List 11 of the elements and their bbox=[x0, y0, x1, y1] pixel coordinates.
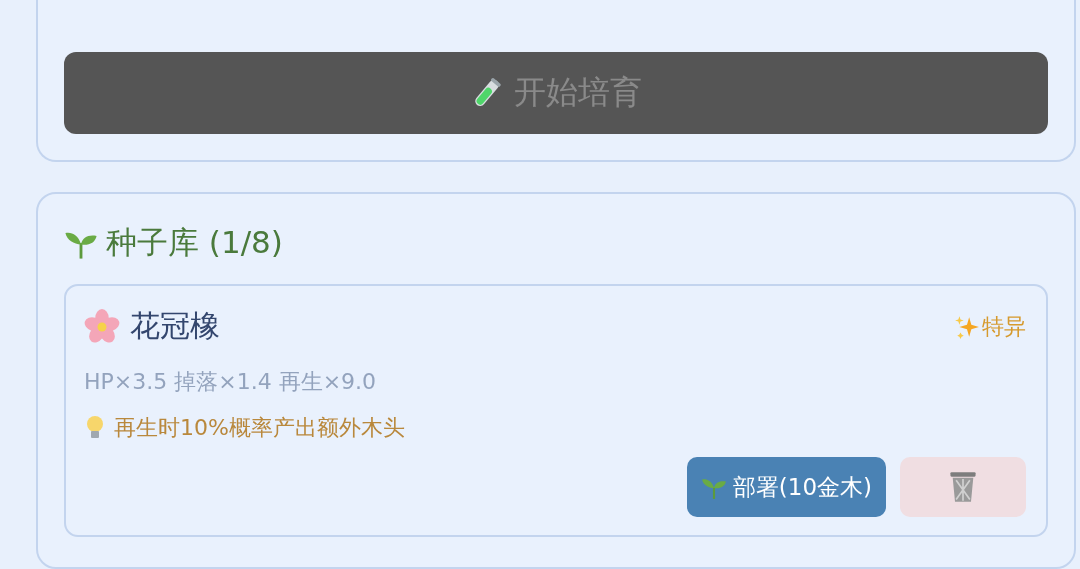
sparkle-icon bbox=[954, 313, 980, 340]
deploy-button[interactable]: 部署(10金木) bbox=[686, 457, 886, 517]
seed-bank-title: 种子库 (1/8) bbox=[106, 223, 283, 262]
seed-stats: HP×3.5 掉落×1.4 再生×9.0 bbox=[84, 368, 378, 396]
delete-button[interactable] bbox=[900, 457, 1026, 517]
light-bulb-icon bbox=[84, 415, 106, 441]
seed-tip: 再生时10%概率产出额外木头 bbox=[114, 414, 405, 442]
seed-name: 花冠橡 bbox=[130, 307, 220, 345]
rarity-tag: 特异 bbox=[982, 311, 1026, 342]
flower-icon bbox=[84, 308, 120, 345]
trash-icon bbox=[949, 471, 977, 503]
